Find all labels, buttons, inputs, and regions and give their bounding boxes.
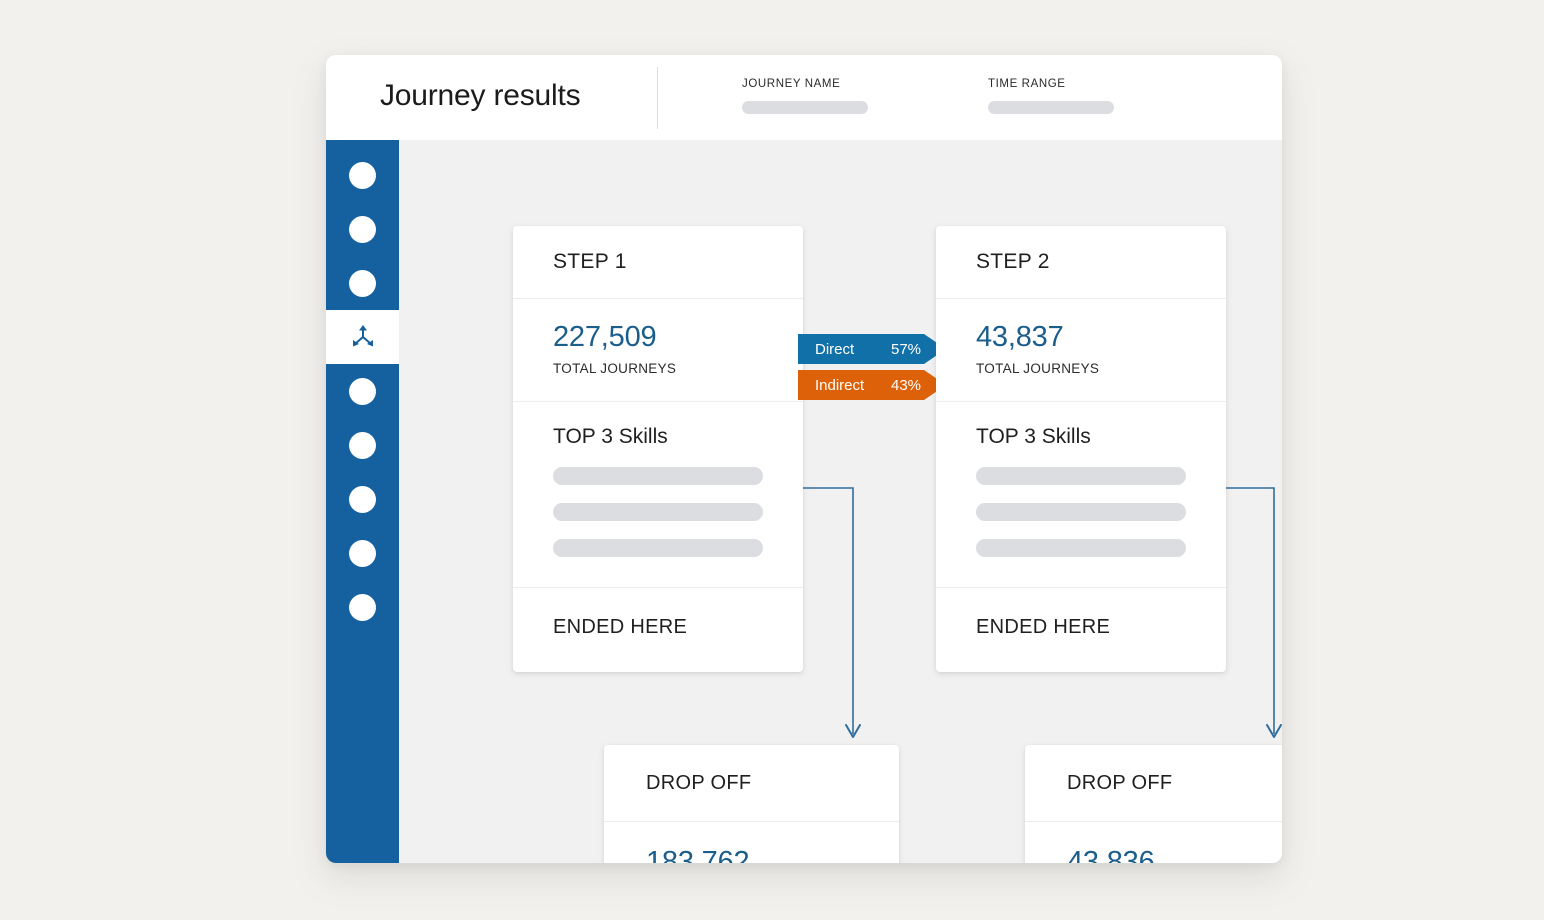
dropoff-metric-section: 43,836 TOTAL JOURNEYS — [1025, 821, 1282, 863]
total-journeys-label: TOTAL JOURNEYS — [976, 361, 1100, 377]
top-skills-title: TOP 3 Skills — [976, 425, 1091, 449]
step-footer-section: ENDED HERE — [936, 587, 1226, 672]
app-body: STEP 1 227,509 TOTAL JOURNEYS TOP 3 Skil… — [326, 140, 1282, 863]
sidebar-item-nav-journeys[interactable] — [326, 310, 399, 364]
page-title: Journey results — [380, 79, 581, 112]
skill-placeholder-bar — [976, 503, 1186, 522]
circle-icon — [349, 593, 376, 621]
flow-percent: 57% — [891, 340, 922, 358]
flow-badge-direct[interactable]: Direct 57% — [798, 334, 946, 364]
sidebar-item-nav-dot-3[interactable] — [326, 256, 399, 310]
sidebar-item-nav-dot-7[interactable] — [326, 472, 399, 526]
app-header: Journey results JOURNEY NAME TIME RANGE — [326, 55, 1282, 141]
dropoff-card[interactable]: DROP OFF 183,762 TOTAL JOURNEYS — [604, 745, 899, 863]
sidebar-item-nav-dot-6[interactable] — [326, 418, 399, 472]
flow-label: Indirect — [815, 376, 865, 394]
circle-icon — [349, 161, 376, 189]
sidebar — [326, 140, 399, 863]
arrowhead-icon — [1266, 724, 1282, 738]
sidebar-item-nav-dot-1[interactable] — [326, 148, 399, 202]
total-journeys-value: 43,837 — [976, 321, 1064, 353]
total-journeys-value: 227,509 — [553, 321, 657, 353]
circle-icon — [349, 431, 376, 459]
time-range-value-placeholder[interactable] — [988, 101, 1114, 114]
ended-here-label: ENDED HERE — [553, 616, 688, 639]
journey-name-value-placeholder[interactable] — [742, 101, 868, 114]
circle-icon — [349, 377, 376, 405]
step-card-header: STEP 2 — [936, 226, 1226, 298]
step-skills-section: TOP 3 Skills — [513, 401, 803, 587]
total-journeys-label: TOTAL JOURNEYS — [553, 361, 677, 377]
dropoff-title: DROP OFF — [646, 772, 752, 794]
circle-icon — [349, 485, 376, 513]
skill-placeholder-bar — [553, 467, 763, 486]
circle-icon — [349, 215, 376, 243]
skill-placeholder-bar — [553, 503, 763, 522]
step-card[interactable]: STEP 2 43,837 TOTAL JOURNEYS TOP 3 Skill… — [936, 226, 1226, 673]
sidebar-item-nav-dot-2[interactable] — [326, 202, 399, 256]
sidebar-item-nav-dot-5[interactable] — [326, 364, 399, 418]
step-footer-section: ENDED HERE — [513, 587, 803, 672]
step-card-header: STEP 1 — [513, 226, 803, 298]
flow-percent: 43% — [891, 376, 922, 394]
time-range-field[interactable]: TIME RANGE — [988, 78, 1114, 114]
journey-name-label: JOURNEY NAME — [742, 78, 841, 90]
step-card[interactable]: STEP 1 227,509 TOTAL JOURNEYS TOP 3 Skil… — [513, 226, 803, 673]
step-title: STEP 2 — [976, 250, 1050, 273]
ended-here-label: ENDED HERE — [976, 616, 1111, 639]
total-journeys-value: 43,836 — [1067, 846, 1155, 863]
skill-placeholder-bar — [976, 539, 1186, 558]
skill-placeholder-bar — [553, 539, 763, 558]
top-skills-title: TOP 3 Skills — [553, 425, 668, 449]
journey-name-field[interactable]: JOURNEY NAME — [742, 78, 868, 114]
journey-branch-icon — [352, 325, 373, 347]
time-range-label: TIME RANGE — [988, 78, 1066, 90]
sidebar-item-nav-dot-9[interactable] — [326, 580, 399, 634]
dropoff-title: DROP OFF — [1067, 772, 1173, 794]
flow-badge-indirect[interactable]: Indirect 43% — [798, 370, 946, 400]
dropoff-card[interactable]: DROP OFF 43,836 TOTAL JOURNEYS — [1025, 745, 1282, 863]
step-metric-section: 227,509 TOTAL JOURNEYS — [513, 298, 803, 401]
journey-results-window: Journey results JOURNEY NAME TIME RANGE — [326, 55, 1282, 863]
sidebar-item-nav-dot-8[interactable] — [326, 526, 399, 580]
flow-label: Direct — [815, 340, 855, 358]
header-divider — [657, 67, 658, 129]
dropoff-metric-section: 183,762 TOTAL JOURNEYS — [604, 821, 899, 863]
step-metric-section: 43,837 TOTAL JOURNEYS — [936, 298, 1226, 401]
journey-canvas: STEP 1 227,509 TOTAL JOURNEYS TOP 3 Skil… — [399, 140, 1282, 863]
total-journeys-value: 183,762 — [646, 846, 750, 863]
arrowhead-icon — [845, 724, 861, 738]
circle-icon — [349, 269, 376, 297]
step-skills-section: TOP 3 Skills — [936, 401, 1226, 587]
skill-placeholder-bar — [976, 467, 1186, 486]
circle-icon — [349, 539, 376, 567]
step-title: STEP 1 — [553, 250, 627, 273]
